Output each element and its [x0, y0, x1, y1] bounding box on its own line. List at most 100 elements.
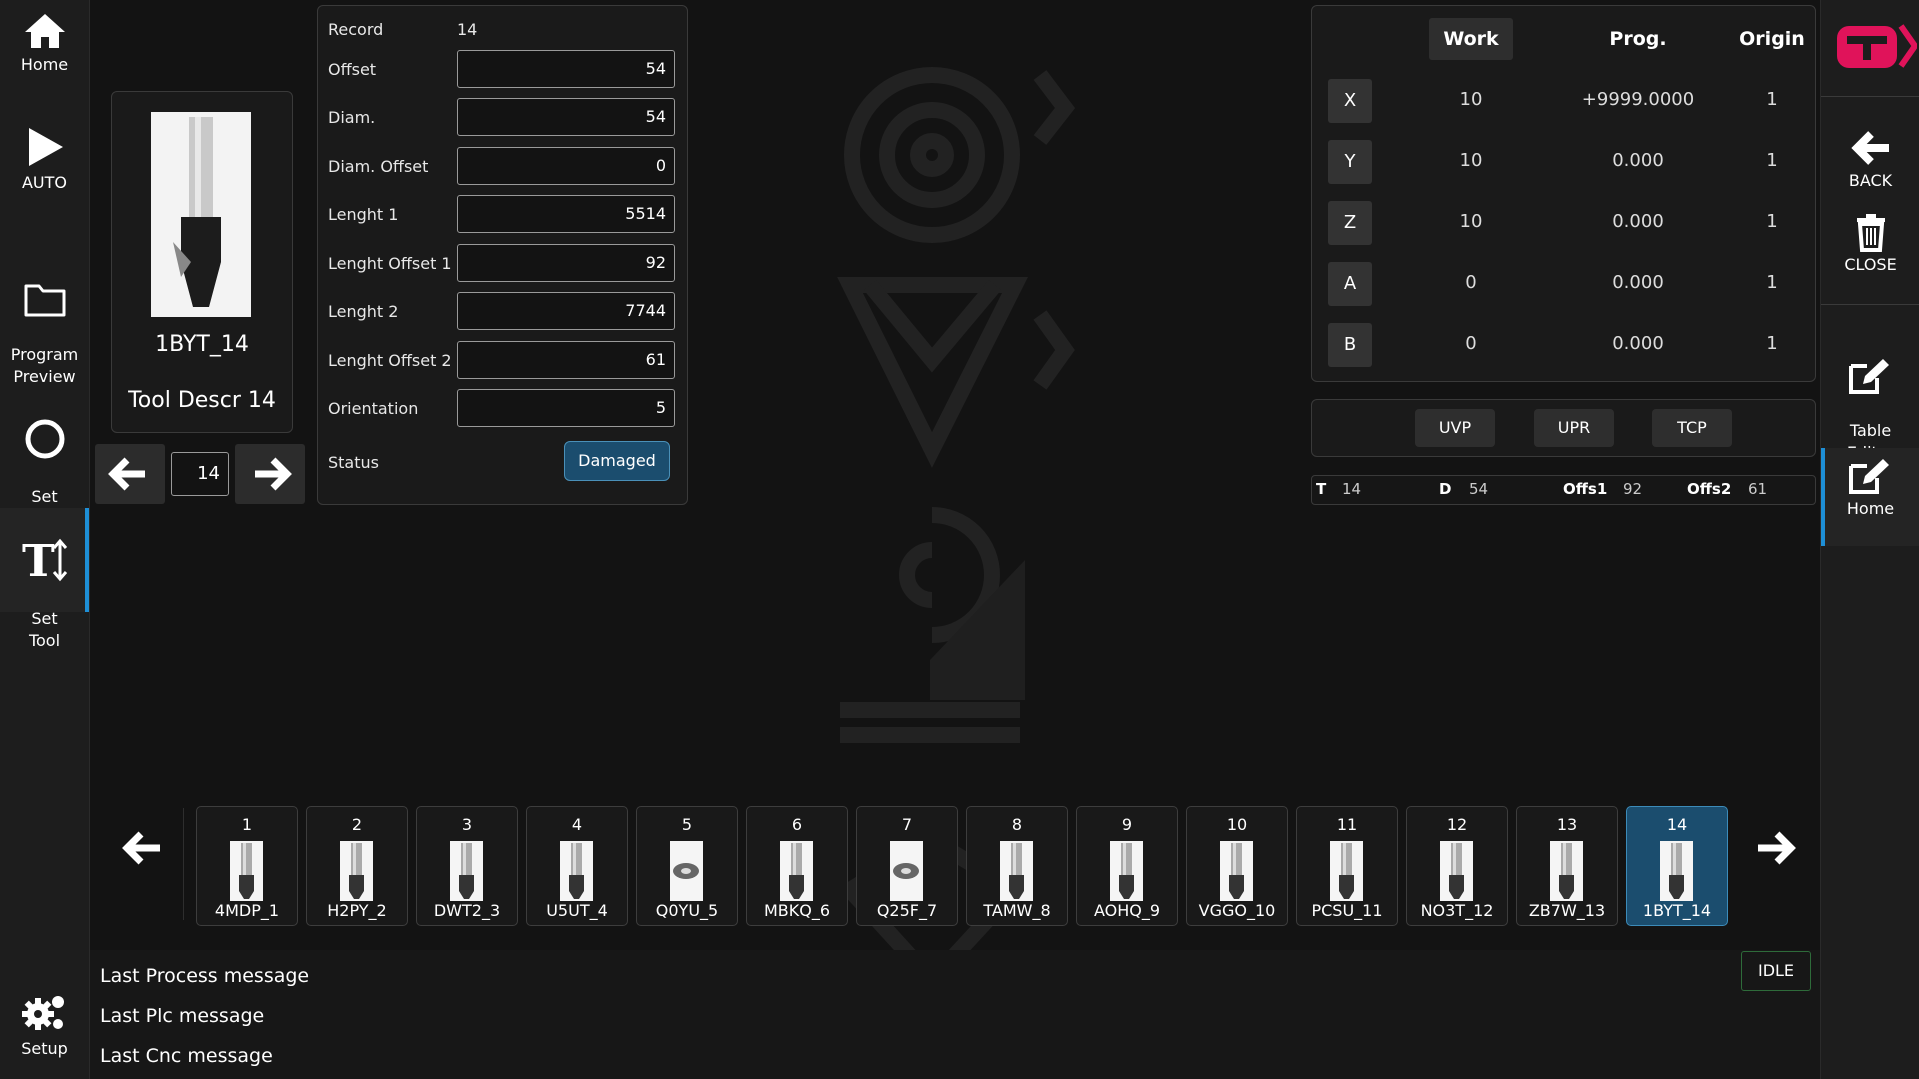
tool-thumbnail-icon [560, 841, 593, 901]
offs1-label: Offs1 [1563, 480, 1608, 498]
tool-card[interactable]: 1 4MDP_1 [196, 806, 298, 926]
tool-card[interactable]: 3 DWT2_3 [416, 806, 518, 926]
tool-thumbnail-icon [1110, 841, 1143, 901]
brand-logo-icon [1837, 24, 1919, 68]
axis-x-work: 10 [1459, 89, 1483, 110]
divider [1821, 96, 1919, 97]
tool-card[interactable]: 2 H2PY_2 [306, 806, 408, 926]
tool-number: 1 [241, 815, 253, 834]
record-value: 14 [457, 20, 478, 39]
prog-header: Prog. [1609, 28, 1667, 50]
tool-card[interactable]: 5 Q0YU_5 [636, 806, 738, 926]
offs2-value: 61 [1748, 480, 1768, 498]
tool-number: 7 [901, 815, 913, 834]
offs2-label: Offs2 [1687, 480, 1732, 498]
nav-auto[interactable]: AUTO [0, 126, 89, 194]
carousel-divider [183, 808, 184, 920]
length-offset1-field[interactable]: 92 [457, 244, 675, 282]
orientation-field[interactable]: 5 [457, 389, 675, 427]
diam-field[interactable]: 54 [457, 98, 675, 136]
edit-icon [1848, 359, 1889, 394]
work-header: Work [1443, 28, 1499, 50]
axis-z-button[interactable]: Z [1328, 201, 1372, 245]
nav-program-preview[interactable]: Program Preview [0, 258, 89, 388]
next-tool-button[interactable] [235, 444, 305, 504]
home-label: Home [1846, 499, 1895, 518]
tool-name: AOHQ_9 [1093, 901, 1161, 920]
tool-number: 9 [1121, 815, 1133, 834]
axis-y-prog: 0.000 [1612, 150, 1664, 171]
mode-upr-button[interactable]: UPR [1534, 409, 1614, 447]
nav-set-tool-label: Set Tool [28, 609, 61, 650]
tool-thumbnail-icon [1440, 841, 1473, 901]
edit-icon [1848, 459, 1889, 494]
tool-thumbnail-icon [1550, 841, 1583, 901]
tool-name: PCSU_11 [1311, 901, 1383, 920]
home-button[interactable]: Home [1821, 448, 1919, 546]
axis-a-button[interactable]: A [1328, 262, 1372, 306]
tool-index-input[interactable]: 14 [171, 452, 229, 496]
length1-label: Lenght 1 [328, 205, 399, 224]
status-label: Status [328, 453, 379, 472]
status-button[interactable]: Damaged [564, 441, 670, 481]
axis-x-origin: 1 [1766, 89, 1778, 110]
nav-set-tool[interactable]: T Set Tool [0, 508, 89, 650]
back-label: BACK [1848, 171, 1893, 190]
axis-y-button[interactable]: Y [1328, 140, 1372, 184]
last-cnc-message: Last Cnc message [100, 1045, 273, 1067]
mode-uvp-button[interactable]: UVP [1415, 409, 1495, 447]
tool-card[interactable]: 8 TAMW_8 [966, 806, 1068, 926]
tool-number: 14 [1666, 815, 1688, 834]
diam-label: Diam. [328, 108, 376, 127]
offset-field[interactable]: 54 [457, 50, 675, 88]
tool-card[interactable]: 9 AOHQ_9 [1076, 806, 1178, 926]
tool-record-panel: Record 14 Offset 54 Diam. 54 Diam. Offse… [317, 5, 688, 505]
nav-setup[interactable]: Setup [0, 990, 89, 1060]
prev-tool-button[interactable] [95, 444, 165, 504]
nav-program-preview-label: Program Preview [10, 345, 79, 386]
tool-thumbnail-icon [670, 841, 703, 901]
back-arrow-icon [1850, 131, 1889, 165]
length1-field[interactable]: 5514 [457, 195, 675, 233]
length2-field[interactable]: 7744 [457, 292, 675, 330]
tool-card[interactable]: 7 Q25F_7 [856, 806, 958, 926]
tool-thumbnail-icon [1330, 841, 1363, 901]
tool-card[interactable]: 6 MBKQ_6 [746, 806, 848, 926]
back-button[interactable]: BACK [1821, 128, 1919, 192]
diam-offset-field[interactable]: 0 [457, 147, 675, 185]
arrow-left-icon [122, 831, 160, 865]
tool-card[interactable]: 4 U5UT_4 [526, 806, 628, 926]
tool-name: 1BYT_14 [1642, 901, 1712, 920]
close-button[interactable]: CLOSE [1821, 212, 1919, 276]
tool-number: 5 [681, 815, 693, 834]
tool-card[interactable]: 14 1BYT_14 [1626, 806, 1728, 926]
last-plc-message: Last Plc message [100, 1005, 265, 1027]
tool-name: 4MDP_1 [214, 901, 280, 920]
tool-thumbnail-icon [450, 841, 483, 901]
table-editor-button[interactable]: Table Editor [1821, 334, 1919, 464]
nav-home[interactable]: Home [0, 12, 89, 76]
carousel-prev-button[interactable] [115, 820, 170, 875]
message-area [90, 950, 1820, 1079]
t-value: 14 [1342, 480, 1362, 498]
tool-number: 2 [351, 815, 363, 834]
tool-card[interactable]: 11 PCSU_11 [1296, 806, 1398, 926]
tool-thumbnail-icon [340, 841, 373, 901]
length-offset2-field[interactable]: 61 [457, 341, 675, 379]
tool-number: 10 [1226, 815, 1248, 834]
axis-x-button[interactable]: X [1328, 79, 1372, 123]
axis-b-button[interactable]: B [1328, 323, 1372, 367]
last-process-message: Last Process message [100, 965, 310, 987]
offs1-value: 92 [1623, 480, 1643, 498]
tool-card[interactable]: 12 NO3T_12 [1406, 806, 1508, 926]
tool-card[interactable]: 13 ZB7W_13 [1516, 806, 1618, 926]
diam-offset-label: Diam. Offset [328, 157, 429, 176]
axis-b-prog: 0.000 [1612, 333, 1664, 354]
nav-auto-label: AUTO [21, 173, 68, 192]
mode-tcp-button[interactable]: TCP [1652, 409, 1732, 447]
close-label: CLOSE [1844, 255, 1897, 274]
carousel-next-button[interactable] [1748, 820, 1803, 875]
folder-icon [24, 284, 65, 317]
tool-card[interactable]: 10 VGGO_10 [1186, 806, 1288, 926]
length2-label: Lenght 2 [328, 302, 399, 321]
